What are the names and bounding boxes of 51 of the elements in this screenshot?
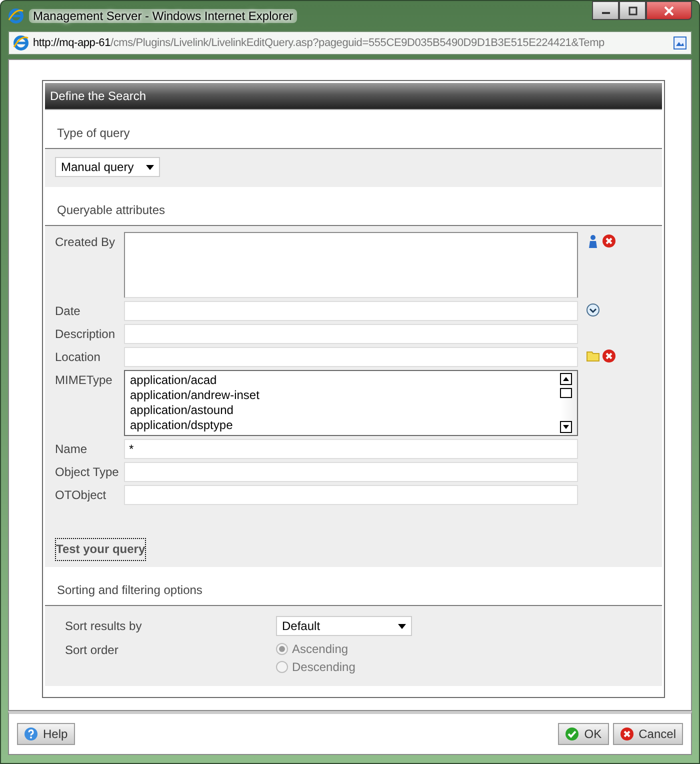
page-icon xyxy=(673,36,687,50)
section-heading: Type of query xyxy=(57,126,130,140)
help-icon xyxy=(24,727,38,741)
help-button[interactable]: Help xyxy=(17,723,75,745)
query-type-dropdown[interactable]: Manual query xyxy=(55,157,160,177)
attribute-label: Object Type xyxy=(55,464,120,479)
test-query-button[interactable]: Test your query xyxy=(55,538,146,561)
section-heading: Sorting and filtering options xyxy=(57,583,202,597)
browser-logo-icon xyxy=(8,8,24,24)
list-option[interactable]: application/dsptype xyxy=(130,418,555,433)
person-icon[interactable] xyxy=(586,234,600,248)
browser-logo-icon xyxy=(13,35,29,51)
close-icon xyxy=(664,6,674,16)
minimize-icon xyxy=(602,12,610,14)
attribute-field[interactable]: * xyxy=(124,439,578,459)
ok-button[interactable]: OK xyxy=(558,723,609,745)
attribute-label: Name xyxy=(55,441,88,456)
maximize-button[interactable] xyxy=(619,1,646,20)
panel-title: Define the Search xyxy=(45,83,662,110)
list-option[interactable]: application/andrew-inset xyxy=(130,388,555,403)
list-option[interactable]: application/astound xyxy=(130,403,555,418)
address-bar[interactable]: http://mq-app-61/cms/Plugins/Livelink/LivelinkEditQuery.asp?pageguid=555CE9D035B5490D9D1B3E515E224421&Temp xyxy=(8,31,692,55)
url-text: http://mq-app-61/cms/Plugins/Livelink/LivelinkEditQuery.asp?pageguid=555CE9D035B5490D9D1B3E515E224421&Temp xyxy=(33,37,606,49)
sort-results-label: Sort results by xyxy=(65,618,143,633)
attribute-label: Description xyxy=(55,326,116,341)
attribute-label: Location xyxy=(55,349,102,364)
delete-icon[interactable] xyxy=(602,234,616,248)
close-button[interactable] xyxy=(646,1,692,20)
check-icon xyxy=(565,727,580,741)
attribute-field[interactable] xyxy=(124,232,578,298)
attribute-label: OTObject xyxy=(55,487,108,502)
chevron-down-icon[interactable] xyxy=(586,303,600,317)
minimize-button[interactable] xyxy=(592,1,619,20)
list-option[interactable]: application/acad xyxy=(130,373,555,388)
scroll-up-icon[interactable] xyxy=(560,373,572,385)
scroll-thumb[interactable] xyxy=(560,388,572,398)
scrollbar[interactable] xyxy=(560,371,577,435)
sort-order-label: Sort order xyxy=(65,642,120,657)
sort-by-dropdown[interactable]: Default xyxy=(276,616,412,636)
attribute-label: Date xyxy=(55,303,82,318)
cancel-button[interactable]: Cancel xyxy=(612,723,683,745)
maximize-icon xyxy=(628,6,638,16)
caret-icon xyxy=(146,164,154,170)
scroll-down-icon[interactable] xyxy=(560,421,572,433)
caret-icon xyxy=(398,624,406,628)
attribute-label: MIMEType xyxy=(55,372,114,387)
cancel-icon xyxy=(620,727,634,741)
attribute-label: Created By xyxy=(55,234,116,249)
delete-icon[interactable] xyxy=(602,349,616,363)
mime-type-listbox[interactable]: application/acad application/andrew-inset application/astound application/dsptype xyxy=(124,370,578,436)
section-heading: Queryable attributes xyxy=(57,203,166,217)
